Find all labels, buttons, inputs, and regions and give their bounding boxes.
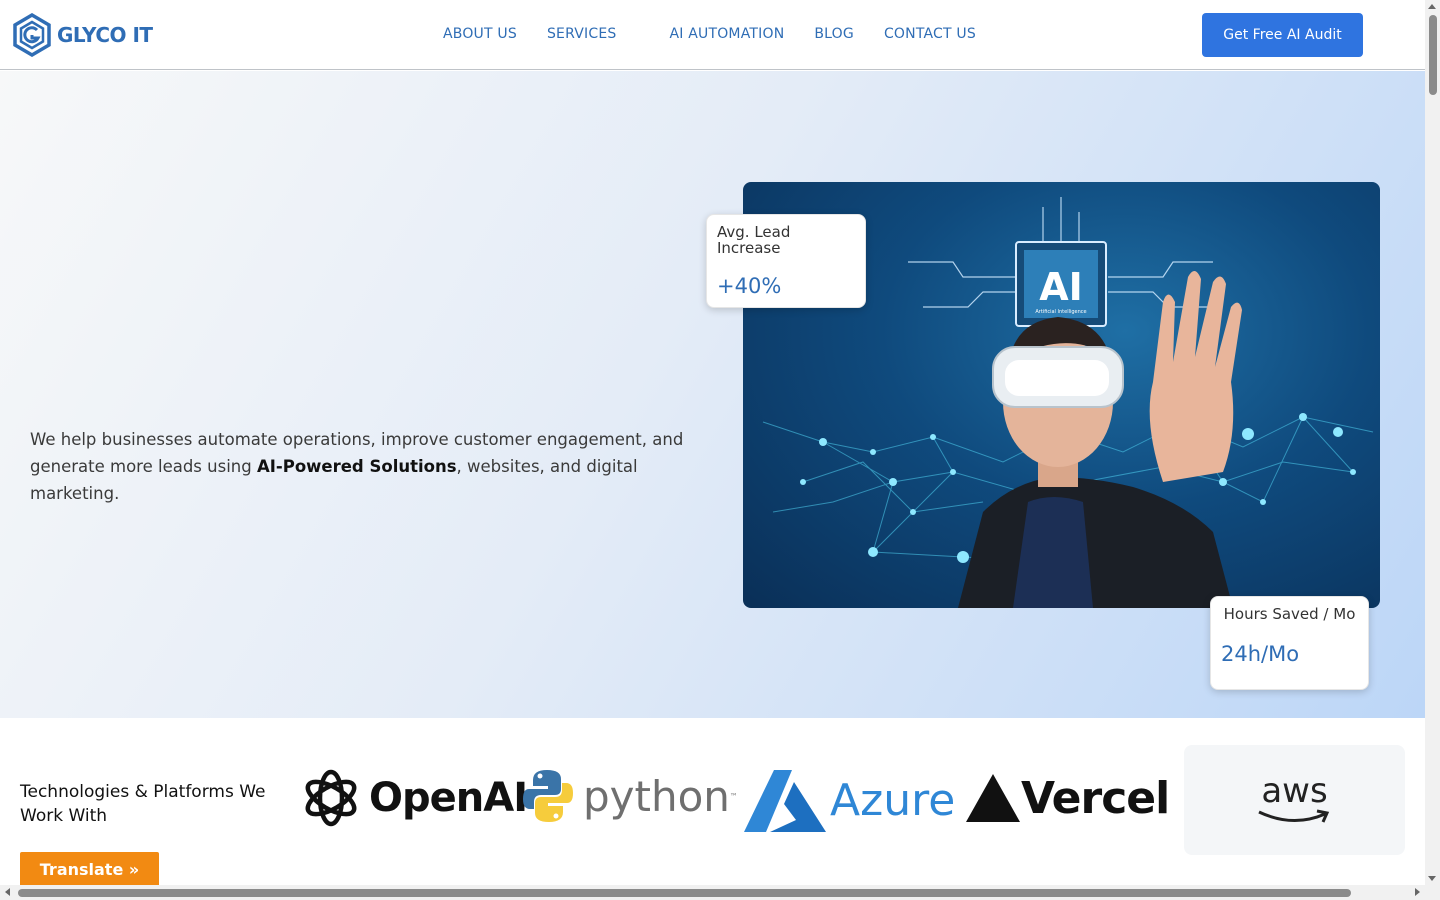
stat-value: 24h/Mo: [1221, 642, 1300, 666]
vertical-scroll-thumb[interactable]: [1429, 15, 1437, 95]
vercel-wordmark: Vercel: [1021, 772, 1170, 824]
nav-services[interactable]: SERVICES: [547, 26, 617, 42]
vercel-logo: Vercel: [965, 772, 1170, 824]
translate-button[interactable]: Translate »: [20, 852, 159, 886]
stat-card-hours-saved: Hours Saved / Mo 24h/Mo: [1210, 596, 1369, 690]
ai-chip-text: AI: [1039, 265, 1083, 309]
python-snakes-icon: [523, 770, 573, 822]
technologies-title: Technologies & Platforms We Work With: [20, 782, 266, 826]
azure-wordmark: Azure: [830, 774, 956, 826]
scroll-down-arrow-icon[interactable]: [1428, 876, 1436, 881]
stat-label: Avg. Lead Increase: [717, 223, 791, 257]
nav-contact-us[interactable]: CONTACT US: [884, 26, 976, 42]
logo-text: GLYCO IT: [57, 23, 153, 47]
openai-logo: OpenAI: [301, 768, 528, 828]
nav-about-us[interactable]: ABOUT US: [443, 26, 517, 42]
hero-text-highlight: AI-Powered Solutions: [256, 457, 457, 476]
get-free-ai-audit-button[interactable]: Get Free AI Audit: [1202, 13, 1363, 57]
horizontal-scrollbar[interactable]: [0, 885, 1440, 900]
openai-knot-icon: [305, 769, 357, 827]
vertical-scrollbar[interactable]: [1425, 0, 1440, 885]
ai-chip-subtext: Artificial Intelligence: [1035, 309, 1086, 315]
main-nav: ABOUT US SERVICES AI AUTOMATION BLOG CON…: [443, 26, 976, 42]
stat-card-lead-increase: Avg. Lead Increase +40%: [706, 214, 866, 308]
azure-triangle-icon: [744, 770, 826, 832]
glyco-hex-logo-icon: [13, 13, 51, 57]
nav-blog[interactable]: BLOG: [814, 26, 854, 42]
python-wordmark: python: [583, 771, 730, 821]
python-logo: python ™: [523, 766, 738, 826]
nav-ai-automation[interactable]: AI AUTOMATION: [669, 26, 784, 42]
scroll-up-arrow-icon[interactable]: [1428, 4, 1436, 9]
vercel-triangle-icon: [966, 774, 1020, 822]
scroll-left-arrow-icon[interactable]: [5, 888, 10, 896]
scroll-right-arrow-icon[interactable]: [1415, 888, 1420, 896]
aws-smile-arrow-icon: [1257, 809, 1329, 823]
python-trademark: ™: [729, 791, 738, 801]
openai-wordmark: OpenAI: [369, 775, 528, 821]
azure-logo: Azure: [744, 768, 955, 832]
logo[interactable]: GLYCO IT: [13, 13, 153, 57]
site-header: GLYCO IT ABOUT US SERVICES AI AUTOMATION…: [0, 0, 1425, 70]
hero-section: We help businesses automate operations, …: [0, 71, 1425, 718]
stat-value: +40%: [717, 274, 782, 298]
stat-label: Hours Saved / Mo: [1223, 605, 1356, 623]
aws-logo: aws: [1184, 745, 1405, 855]
aws-wordmark: aws: [1261, 771, 1328, 811]
hero-description: We help businesses automate operations, …: [30, 426, 690, 507]
horizontal-scroll-thumb[interactable]: [18, 889, 1351, 897]
